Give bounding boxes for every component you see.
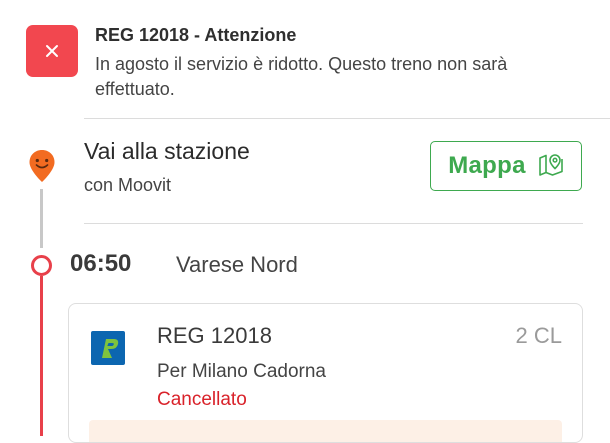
train-status: Cancellato [157, 389, 247, 410]
alert-message: In agosto il servizio è ridotto. Questo … [95, 54, 508, 99]
warning-strip [89, 420, 562, 442]
alert-banner: REG 12018 - Attenzione In agosto il serv… [26, 24, 586, 104]
moovit-smile-pin-icon [28, 149, 56, 183]
alert-title: REG 12018 - Attenzione [95, 25, 297, 45]
train-card[interactable]: REG 12018 2 CL Per Milano Cadorna Cancel… [68, 303, 583, 443]
train-class-badge: 2 CL [515, 323, 562, 348]
divider [84, 118, 610, 119]
map-button[interactable]: Mappa [430, 141, 582, 191]
directions-title: Vai alla stazione [84, 138, 250, 164]
train-destination: Per Milano Cadorna [157, 361, 326, 382]
departure-time: 06:50 [70, 250, 132, 277]
departure-stop-dot [31, 255, 52, 276]
departure-station: Varese Nord [176, 252, 298, 277]
close-icon[interactable] [26, 25, 78, 77]
map-pin-icon [538, 151, 564, 182]
divider [84, 223, 583, 224]
train-route-line [40, 276, 43, 436]
map-button-label: Mappa [448, 152, 526, 179]
walk-route-line [40, 189, 43, 248]
train-name: REG 12018 [157, 323, 272, 348]
directions-subtitle: con Moovit [84, 175, 172, 195]
trenord-logo-icon [91, 331, 125, 365]
